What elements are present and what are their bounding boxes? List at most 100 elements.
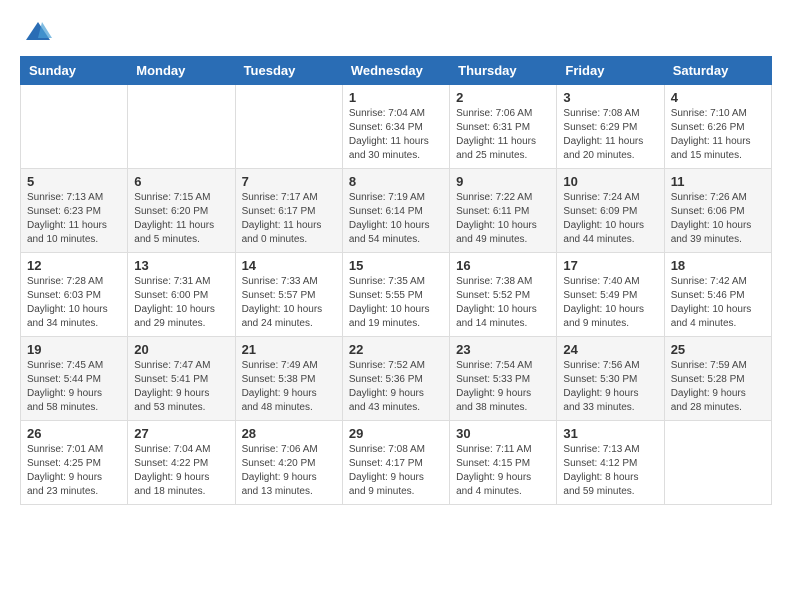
- day-number: 4: [671, 90, 765, 105]
- col-header-monday: Monday: [128, 57, 235, 85]
- calendar-week-row: 12 Sunrise: 7:28 AM Sunset: 6:03 PM Dayli…: [21, 253, 772, 337]
- calendar-cell: 26 Sunrise: 7:01 AM Sunset: 4:25 PM Dayli…: [21, 421, 128, 505]
- day-number: 16: [456, 258, 550, 273]
- day-number: 20: [134, 342, 228, 357]
- day-info: Sunrise: 7:56 AM Sunset: 5:30 PM Dayligh…: [563, 359, 657, 415]
- calendar-cell: 10Sunrise: 7:24 AM Sunset: 6:09 PM Dayli…: [557, 169, 664, 253]
- day-info: Sunrise: 7:08 AM Sunset: 4:17 PM Dayligh…: [349, 443, 443, 499]
- day-info: Sunrise: 7:42 AM Sunset: 5:46 PM Dayligh…: [671, 275, 765, 331]
- day-number: 17: [563, 258, 657, 273]
- day-number: 10: [563, 174, 657, 189]
- calendar-cell: 20 Sunrise: 7:47 AM Sunset: 5:41 PM Dayli…: [128, 337, 235, 421]
- col-header-tuesday: Tuesday: [235, 57, 342, 85]
- calendar-week-row: 1Sunrise: 7:04 AM Sunset: 6:34 PM Daylig…: [21, 85, 772, 169]
- calendar-cell: 9 Sunrise: 7:22 AM Sunset: 6:11 PM Daylig…: [450, 169, 557, 253]
- calendar-cell: [128, 85, 235, 169]
- calendar-cell: 4 Sunrise: 7:10 AM Sunset: 6:26 PM Daylig…: [664, 85, 771, 169]
- day-number: 22: [349, 342, 443, 357]
- calendar-wrapper: SundayMondayTuesdayWednesdayThursdayFrid…: [0, 56, 792, 515]
- day-info: Sunrise: 7:11 AM Sunset: 4:15 PM Dayligh…: [456, 443, 550, 499]
- col-header-saturday: Saturday: [664, 57, 771, 85]
- day-info: Sunrise: 7:49 AM Sunset: 5:38 PM Dayligh…: [242, 359, 336, 415]
- day-info: Sunrise: 7:17 AM Sunset: 6:17 PM Dayligh…: [242, 191, 336, 247]
- page-header: [0, 0, 792, 56]
- calendar-cell: [21, 85, 128, 169]
- day-number: 7: [242, 174, 336, 189]
- calendar-week-row: 19 Sunrise: 7:45 AM Sunset: 5:44 PM Dayli…: [21, 337, 772, 421]
- day-info: Sunrise: 7:13 AM Sunset: 6:23 PM Dayligh…: [27, 191, 121, 247]
- calendar-cell: 14 Sunrise: 7:33 AM Sunset: 5:57 PM Dayli…: [235, 253, 342, 337]
- day-number: 14: [242, 258, 336, 273]
- calendar-cell: 18 Sunrise: 7:42 AM Sunset: 5:46 PM Dayli…: [664, 253, 771, 337]
- day-number: 5: [27, 174, 121, 189]
- day-number: 18: [671, 258, 765, 273]
- day-info: Sunrise: 7:22 AM Sunset: 6:11 PM Dayligh…: [456, 191, 550, 247]
- day-info: Sunrise: 7:19 AM Sunset: 6:14 PM Dayligh…: [349, 191, 443, 247]
- day-info: Sunrise: 7:35 AM Sunset: 5:55 PM Dayligh…: [349, 275, 443, 331]
- day-info: Sunrise: 7:01 AM Sunset: 4:25 PM Dayligh…: [27, 443, 121, 499]
- day-info: Sunrise: 7:06 AM Sunset: 4:20 PM Dayligh…: [242, 443, 336, 499]
- calendar-cell: 31 Sunrise: 7:13 AM Sunset: 4:12 PM Dayli…: [557, 421, 664, 505]
- day-number: 31: [563, 426, 657, 441]
- calendar-cell: 12 Sunrise: 7:28 AM Sunset: 6:03 PM Dayli…: [21, 253, 128, 337]
- day-number: 13: [134, 258, 228, 273]
- calendar-cell: 8 Sunrise: 7:19 AM Sunset: 6:14 PM Daylig…: [342, 169, 449, 253]
- day-number: 21: [242, 342, 336, 357]
- calendar-cell: 25Sunrise: 7:59 AM Sunset: 5:28 PM Dayli…: [664, 337, 771, 421]
- calendar-cell: 7 Sunrise: 7:17 AM Sunset: 6:17 PM Daylig…: [235, 169, 342, 253]
- day-info: Sunrise: 7:40 AM Sunset: 5:49 PM Dayligh…: [563, 275, 657, 331]
- calendar-cell: 15Sunrise: 7:35 AM Sunset: 5:55 PM Dayli…: [342, 253, 449, 337]
- calendar-cell: 27 Sunrise: 7:04 AM Sunset: 4:22 PM Dayli…: [128, 421, 235, 505]
- day-number: 19: [27, 342, 121, 357]
- calendar-cell: 24 Sunrise: 7:56 AM Sunset: 5:30 PM Dayli…: [557, 337, 664, 421]
- day-number: 30: [456, 426, 550, 441]
- calendar-cell: 11 Sunrise: 7:26 AM Sunset: 6:06 PM Dayli…: [664, 169, 771, 253]
- calendar-cell: 3 Sunrise: 7:08 AM Sunset: 6:29 PM Daylig…: [557, 85, 664, 169]
- day-info: Sunrise: 7:26 AM Sunset: 6:06 PM Dayligh…: [671, 191, 765, 247]
- day-number: 28: [242, 426, 336, 441]
- calendar-cell: [664, 421, 771, 505]
- day-number: 27: [134, 426, 228, 441]
- day-number: 2: [456, 90, 550, 105]
- day-info: Sunrise: 7:15 AM Sunset: 6:20 PM Dayligh…: [134, 191, 228, 247]
- day-number: 11: [671, 174, 765, 189]
- calendar-week-row: 26 Sunrise: 7:01 AM Sunset: 4:25 PM Dayli…: [21, 421, 772, 505]
- calendar-cell: 23 Sunrise: 7:54 AM Sunset: 5:33 PM Dayli…: [450, 337, 557, 421]
- logo: [24, 18, 56, 46]
- day-number: 3: [563, 90, 657, 105]
- day-number: 6: [134, 174, 228, 189]
- col-header-sunday: Sunday: [21, 57, 128, 85]
- day-info: Sunrise: 7:45 AM Sunset: 5:44 PM Dayligh…: [27, 359, 121, 415]
- calendar-cell: 5 Sunrise: 7:13 AM Sunset: 6:23 PM Daylig…: [21, 169, 128, 253]
- day-info: Sunrise: 7:38 AM Sunset: 5:52 PM Dayligh…: [456, 275, 550, 331]
- calendar-cell: 28 Sunrise: 7:06 AM Sunset: 4:20 PM Dayli…: [235, 421, 342, 505]
- day-info: Sunrise: 7:06 AM Sunset: 6:31 PM Dayligh…: [456, 107, 550, 163]
- day-number: 8: [349, 174, 443, 189]
- day-info: Sunrise: 7:47 AM Sunset: 5:41 PM Dayligh…: [134, 359, 228, 415]
- day-number: 1: [349, 90, 443, 105]
- day-number: 25: [671, 342, 765, 357]
- calendar-header-row: SundayMondayTuesdayWednesdayThursdayFrid…: [21, 57, 772, 85]
- day-number: 24: [563, 342, 657, 357]
- day-info: Sunrise: 7:54 AM Sunset: 5:33 PM Dayligh…: [456, 359, 550, 415]
- day-number: 12: [27, 258, 121, 273]
- day-info: Sunrise: 7:28 AM Sunset: 6:03 PM Dayligh…: [27, 275, 121, 331]
- col-header-friday: Friday: [557, 57, 664, 85]
- day-info: Sunrise: 7:33 AM Sunset: 5:57 PM Dayligh…: [242, 275, 336, 331]
- day-info: Sunrise: 7:13 AM Sunset: 4:12 PM Dayligh…: [563, 443, 657, 499]
- calendar-cell: 16 Sunrise: 7:38 AM Sunset: 5:52 PM Dayli…: [450, 253, 557, 337]
- logo-icon: [24, 18, 52, 46]
- day-number: 29: [349, 426, 443, 441]
- day-number: 9: [456, 174, 550, 189]
- calendar-cell: [235, 85, 342, 169]
- day-number: 26: [27, 426, 121, 441]
- calendar-cell: 22Sunrise: 7:52 AM Sunset: 5:36 PM Dayli…: [342, 337, 449, 421]
- day-info: Sunrise: 7:04 AM Sunset: 4:22 PM Dayligh…: [134, 443, 228, 499]
- col-header-thursday: Thursday: [450, 57, 557, 85]
- calendar-cell: 30 Sunrise: 7:11 AM Sunset: 4:15 PM Dayli…: [450, 421, 557, 505]
- day-info: Sunrise: 7:10 AM Sunset: 6:26 PM Dayligh…: [671, 107, 765, 163]
- calendar-week-row: 5 Sunrise: 7:13 AM Sunset: 6:23 PM Daylig…: [21, 169, 772, 253]
- day-info: Sunrise: 7:08 AM Sunset: 6:29 PM Dayligh…: [563, 107, 657, 163]
- day-number: 23: [456, 342, 550, 357]
- col-header-wednesday: Wednesday: [342, 57, 449, 85]
